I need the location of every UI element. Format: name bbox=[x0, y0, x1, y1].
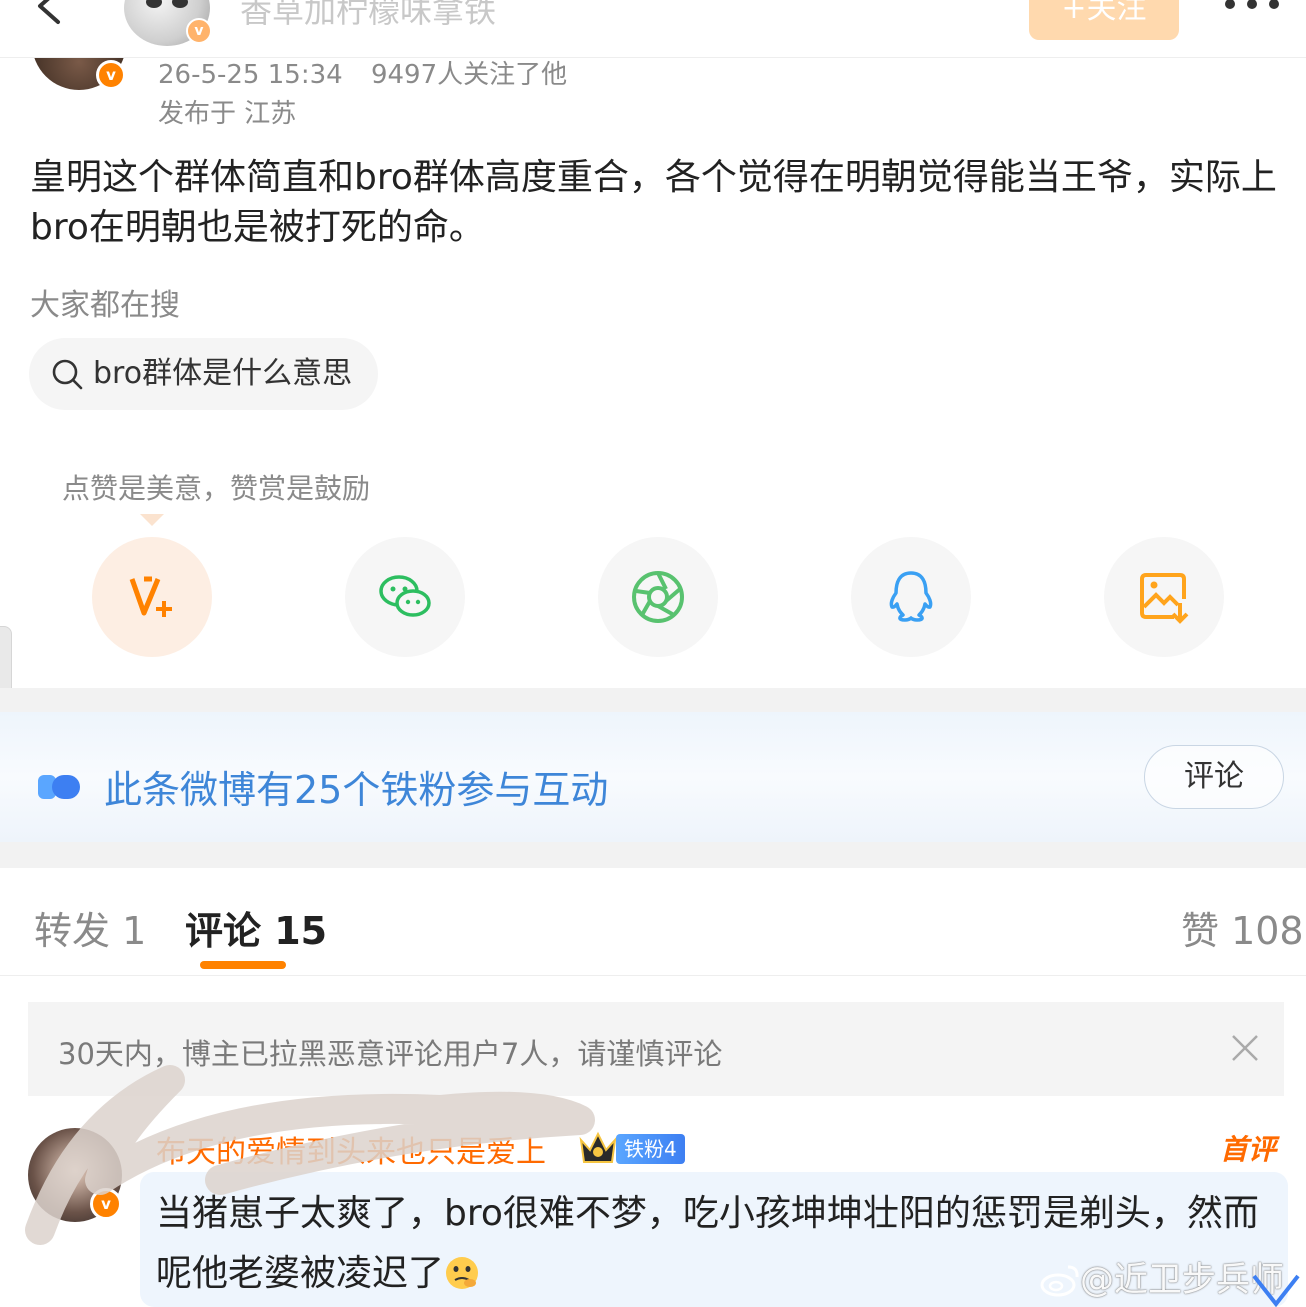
commenter-name[interactable]: 布天的爱情到头来也只是爱上 bbox=[156, 1127, 546, 1171]
moments-icon bbox=[632, 571, 684, 623]
verified-badge-icon: v bbox=[90, 1188, 122, 1220]
post-content: 皇明这个群体简直和bro群体高度重合，各个觉得在明朝觉得能当王爷，实际上bro在… bbox=[30, 157, 1277, 248]
first-comment-badge: 首评 bbox=[1220, 1133, 1277, 1166]
top-nav-bar: v 香草加柠檬味拿铁 +关注 bbox=[0, 0, 1306, 58]
share-moments-button[interactable] bbox=[598, 537, 718, 657]
section-divider bbox=[0, 842, 1306, 868]
corner-ribbon-icon bbox=[1252, 1274, 1300, 1307]
reward-hint: 点赞是美意，赞赏是鼓励 bbox=[62, 472, 371, 505]
tab-likes[interactable]: 赞 108 bbox=[1181, 900, 1304, 955]
author-avatar[interactable]: v bbox=[32, 58, 126, 90]
nav-avatar[interactable]: v bbox=[124, 0, 212, 46]
reward-button[interactable] bbox=[92, 537, 212, 657]
block-notice-text: 30天内，博主已拉黑恶意评论用户7人，请谨慎评论 bbox=[58, 1037, 723, 1071]
commenter-avatar[interactable]: v bbox=[28, 1128, 122, 1222]
share-wechat-button[interactable] bbox=[345, 537, 465, 657]
verified-badge-icon: v bbox=[96, 60, 126, 90]
active-tab-indicator bbox=[200, 961, 286, 969]
thinking-emoji-icon bbox=[446, 1257, 479, 1289]
tab-comments[interactable]: 评论 15 bbox=[185, 900, 327, 955]
trending-search-label: bro群体是什么意思 bbox=[93, 356, 353, 391]
crown-icon bbox=[579, 1131, 617, 1163]
wechat-icon bbox=[379, 575, 431, 617]
iron-fan-banner[interactable]: 此条微博有25个铁粉参与互动 评论 bbox=[0, 712, 1306, 842]
iron-fan-icon bbox=[38, 775, 80, 799]
interaction-tabs: 转发 1 评论 15 赞 108 bbox=[0, 868, 1306, 976]
back-arrow-icon[interactable] bbox=[30, 0, 70, 26]
search-icon bbox=[52, 359, 83, 390]
post-date: 26-5-25 15:34 bbox=[158, 60, 343, 90]
block-notice: 30天内，博主已拉黑恶意评论用户7人，请谨慎评论 bbox=[28, 1002, 1284, 1096]
share-qq-button[interactable] bbox=[851, 537, 971, 657]
trending-search-chip[interactable]: bro群体是什么意思 bbox=[29, 338, 379, 410]
post-meta: 26-5-25 15:34 9497人关注了他 bbox=[158, 54, 567, 91]
iron-fan-level-badge: 铁粉4 bbox=[616, 1134, 685, 1164]
share-row bbox=[0, 537, 1306, 657]
hint-caret bbox=[140, 514, 164, 526]
tab-repost[interactable]: 转发 1 bbox=[34, 900, 146, 955]
trending-search-heading: 大家都在搜 bbox=[30, 288, 180, 323]
save-image-icon bbox=[1140, 573, 1189, 624]
iron-fan-text: 此条微博有25个铁粉参与互动 bbox=[104, 768, 609, 812]
qq-icon bbox=[889, 571, 933, 622]
close-icon[interactable] bbox=[1231, 1034, 1259, 1062]
weibo-logo-icon bbox=[1040, 1265, 1079, 1297]
verified-badge-icon: v bbox=[186, 18, 212, 44]
post-location: 发布于 江苏 bbox=[158, 99, 297, 129]
more-options-icon[interactable] bbox=[1222, 0, 1282, 12]
banner-comment-button[interactable]: 评论 bbox=[1144, 745, 1284, 809]
reward-v-icon bbox=[129, 576, 172, 617]
section-divider bbox=[0, 688, 1306, 712]
follower-count: 9497人关注了他 bbox=[370, 60, 568, 90]
save-image-button[interactable] bbox=[1104, 537, 1224, 657]
follow-button[interactable]: +关注 bbox=[1029, 0, 1179, 40]
nav-title[interactable]: 香草加柠檬味拿铁 bbox=[240, 0, 496, 32]
